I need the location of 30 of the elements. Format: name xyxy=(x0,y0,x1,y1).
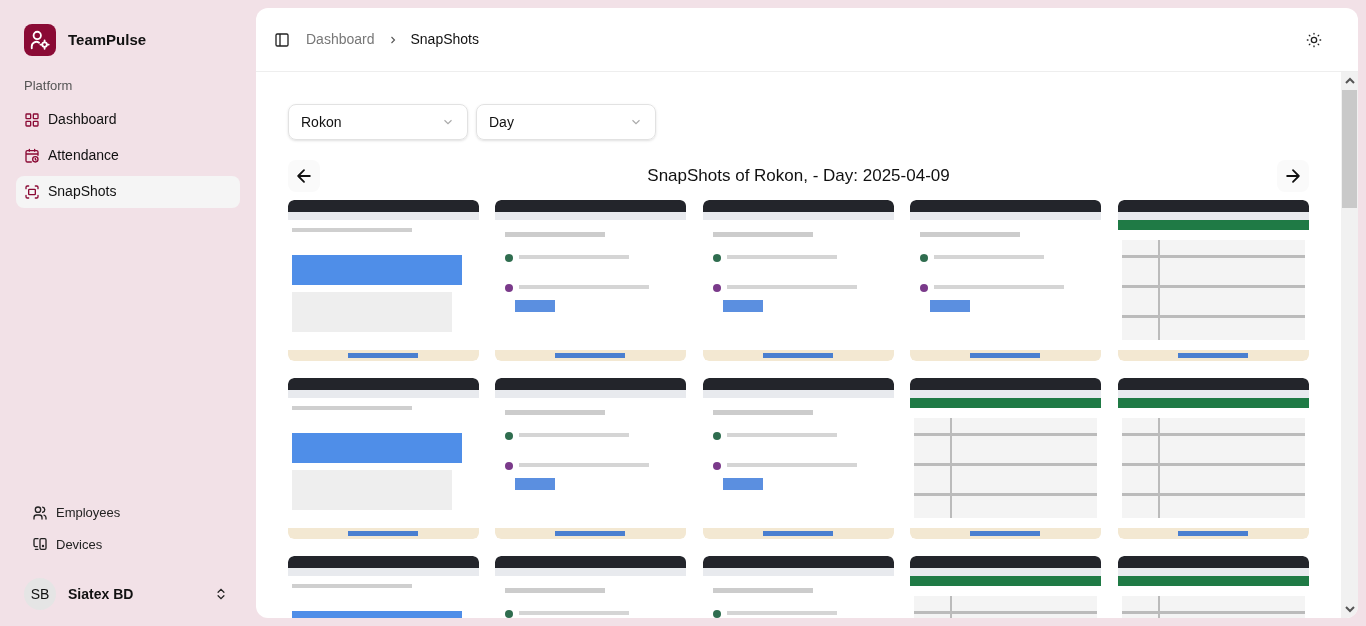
nav-item[interactable]: Attendance xyxy=(16,139,240,172)
user-name: Siatex BD xyxy=(68,584,135,604)
select-field[interactable]: Rokon xyxy=(288,104,468,140)
section-label: Platform xyxy=(23,77,74,95)
calendar-clock-icon xyxy=(24,147,40,164)
user-avatar: SB xyxy=(24,578,56,610)
nav-item[interactable]: Devices xyxy=(32,534,224,554)
breadcrumb-link[interactable]: Dashboard xyxy=(306,29,375,50)
scrollbar[interactable] xyxy=(1341,72,1358,618)
next-button[interactable] xyxy=(1277,160,1309,192)
devices-icon xyxy=(32,536,48,553)
previous-button[interactable] xyxy=(288,160,320,192)
scroll-down-icon[interactable] xyxy=(1344,604,1355,614)
users-icon xyxy=(32,504,48,521)
select-field[interactable]: Day xyxy=(476,104,656,140)
app-name: TeamPulse xyxy=(68,29,147,50)
sidebar-toggle-icon[interactable] xyxy=(274,31,290,48)
scrollbar-thumb[interactable] xyxy=(1342,90,1357,208)
breadcrumb-current: SnapShots xyxy=(410,30,479,49)
grid-icon xyxy=(24,111,40,128)
app-logo xyxy=(24,24,56,56)
scroll-up-icon[interactable] xyxy=(1344,76,1355,86)
scan-icon xyxy=(24,183,40,200)
nav-item[interactable]: Employees xyxy=(32,503,224,523)
sun-icon[interactable] xyxy=(1306,31,1322,48)
gallery-title: SnapShots of Rokon, - Day: 2025-04-09 xyxy=(647,165,950,188)
nav-item[interactable]: SnapShots xyxy=(16,175,240,208)
arrow-left-icon xyxy=(294,166,314,186)
arrow-right-icon xyxy=(1283,166,1303,186)
nav-item[interactable]: Dashboard xyxy=(16,103,240,136)
